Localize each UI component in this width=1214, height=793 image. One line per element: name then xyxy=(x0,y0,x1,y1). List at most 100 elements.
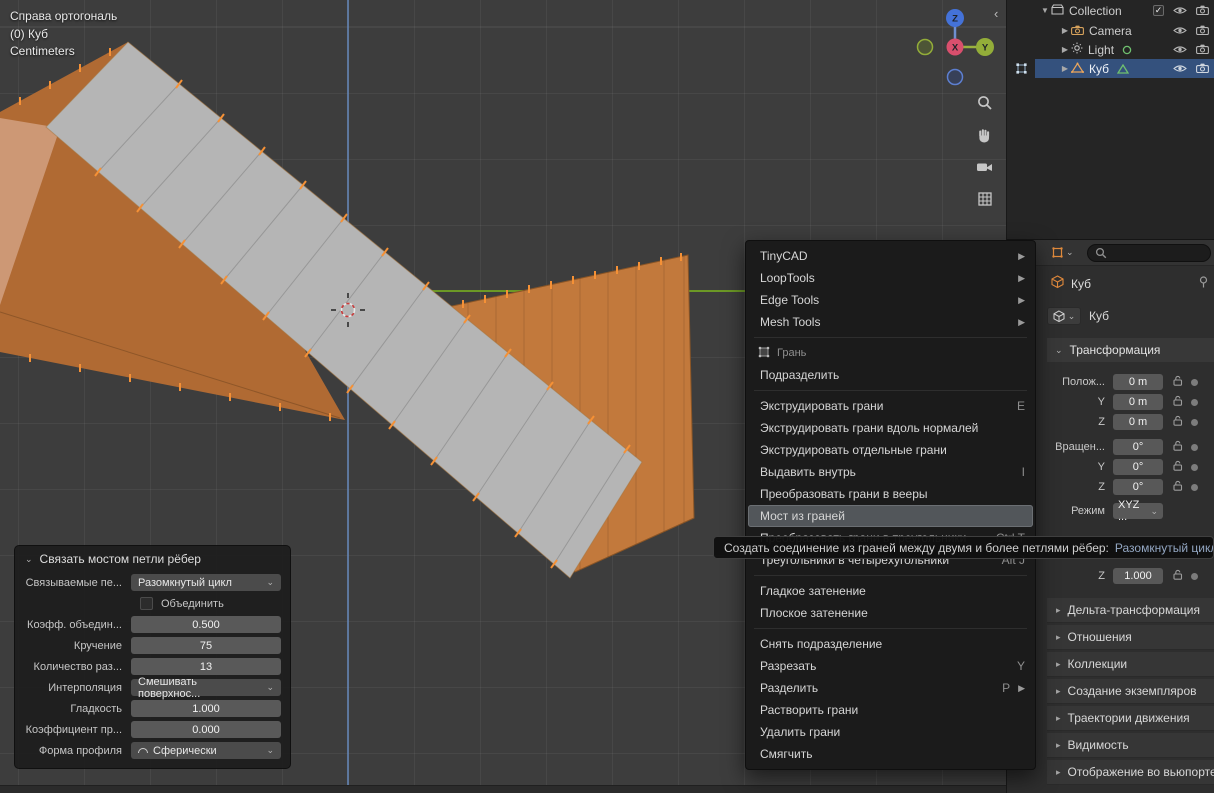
menu-item-separate[interactable]: РазделитьP▶ xyxy=(746,677,1035,699)
outliner-row-light[interactable]: ▶ Light xyxy=(1007,40,1214,59)
menu-item-looptools[interactable]: LoopTools▶ xyxy=(746,267,1035,289)
menu-item-edge-tools[interactable]: Edge Tools▶ xyxy=(746,289,1035,311)
outliner-row-cube[interactable]: ▶ Куб xyxy=(1007,59,1214,78)
section-motion-paths[interactable]: ▸Траектории движения xyxy=(1047,706,1214,731)
decorator-dot[interactable] xyxy=(1191,484,1198,491)
gizmo-z-neg-axis[interactable] xyxy=(948,70,963,85)
expand-arrow-icon[interactable]: ▶ xyxy=(1059,26,1071,35)
lock-icon[interactable] xyxy=(1173,375,1183,389)
navigation-gizmo[interactable]: Z Y X xyxy=(916,5,994,94)
eye-icon[interactable] xyxy=(1173,4,1187,18)
sidebar-toggle-arrow[interactable]: ‹ xyxy=(994,6,998,21)
render-visibility-icon[interactable] xyxy=(1196,24,1209,38)
collection-checkbox[interactable]: ✓ xyxy=(1153,5,1164,16)
cube-name[interactable]: Куб xyxy=(1089,62,1109,76)
section-instancing[interactable]: ▸Создание экземпляров xyxy=(1047,679,1214,704)
decorator-dot[interactable] xyxy=(1191,379,1198,386)
zoom-button[interactable] xyxy=(972,90,997,115)
menu-item-extrude-individual[interactable]: Экструдировать отдельные грани xyxy=(746,439,1035,461)
camera-view-button[interactable] xyxy=(972,154,997,179)
section-visibility[interactable]: ▸Видимость xyxy=(1047,733,1214,758)
render-visibility-icon[interactable] xyxy=(1196,62,1209,76)
cuts-field[interactable]: 13 xyxy=(131,658,281,675)
pin-icon[interactable] xyxy=(1199,276,1208,291)
location-z-field[interactable]: 0 m xyxy=(1113,414,1163,430)
camera-name[interactable]: Camera xyxy=(1089,24,1132,38)
lock-icon[interactable] xyxy=(1173,460,1183,474)
menu-item-extrude-along-normals[interactable]: Экструдировать грани вдоль нормалей xyxy=(746,417,1035,439)
section-viewport-display[interactable]: ▸Отображение во вьюпорте xyxy=(1047,760,1214,785)
light-name[interactable]: Light xyxy=(1088,43,1114,57)
menu-item-shade-flat[interactable]: Плоское затенение xyxy=(746,602,1035,624)
menu-item-bridge-faces[interactable]: Мост из граней xyxy=(748,505,1033,527)
properties-editor[interactable]: ⌄ Куб ⌄ Куб ⌄ Трансформация Полож... 0 m xyxy=(1006,240,1214,793)
decorator-dot[interactable] xyxy=(1191,399,1198,406)
smoothness-field[interactable]: 1.000 xyxy=(131,700,281,717)
menu-item-extrude-faces[interactable]: Экструдировать граниE xyxy=(746,395,1035,417)
merge-checkbox[interactable] xyxy=(140,597,153,610)
object-properties-tab-icon[interactable]: ⌄ xyxy=(1051,246,1074,259)
rotation-y-field[interactable]: 0° xyxy=(1113,459,1163,475)
rotation-x-field[interactable]: 0° xyxy=(1113,439,1163,455)
decorator-dot[interactable] xyxy=(1191,573,1198,580)
expand-arrow-icon[interactable]: ▼ xyxy=(1039,6,1051,15)
menu-item-mesh-tools[interactable]: Mesh Tools▶ xyxy=(746,311,1035,333)
face-context-menu[interactable]: TinyCAD▶ LoopTools▶ Edge Tools▶ Mesh Too… xyxy=(745,240,1036,770)
profile-shape-dropdown[interactable]: Сферически⌄ xyxy=(131,742,281,759)
merge-factor-field[interactable]: 0.500 xyxy=(131,616,281,633)
outliner[interactable]: ▼ Collection ✓ ▶ Camera ▶ Light xyxy=(1006,0,1214,240)
section-delta-transform[interactable]: ▸Дельта-трансформация xyxy=(1047,598,1214,623)
expand-arrow-icon[interactable]: ▶ xyxy=(1059,64,1071,73)
menu-item-dissolve-faces[interactable]: Растворить грани xyxy=(746,699,1035,721)
menu-item-shade-smooth[interactable]: Гладкое затенение xyxy=(746,580,1035,602)
menu-item-smooth[interactable]: Смягчить xyxy=(746,743,1035,765)
loop-pairs-dropdown[interactable]: Разомкнутый цикл⌄ xyxy=(131,574,281,591)
scale-z-field[interactable]: 1.000 xyxy=(1113,568,1163,584)
lock-icon[interactable] xyxy=(1173,569,1183,583)
outliner-row-collection[interactable]: ▼ Collection ✓ xyxy=(1007,1,1214,20)
menu-item-unsubdivide[interactable]: Снять подразделение xyxy=(746,633,1035,655)
mesh-datablock-button[interactable]: ⌄ xyxy=(1047,307,1081,325)
rotation-mode-dropdown[interactable]: XYZ ...⌄ xyxy=(1113,503,1163,519)
eye-icon[interactable] xyxy=(1173,62,1187,76)
menu-item-rip[interactable]: РазрезатьY xyxy=(746,655,1035,677)
mesh-name[interactable]: Куб xyxy=(1089,309,1109,323)
section-relations[interactable]: ▸Отношения xyxy=(1047,625,1214,650)
toggle-grid-button[interactable] xyxy=(972,186,997,211)
lock-icon[interactable] xyxy=(1173,415,1183,429)
location-y-field[interactable]: 0 m xyxy=(1113,394,1163,410)
twist-field[interactable]: 75 xyxy=(131,637,281,654)
eye-icon[interactable] xyxy=(1173,24,1187,38)
pan-button[interactable] xyxy=(972,122,997,147)
decorator-dot[interactable] xyxy=(1191,464,1198,471)
selected-row-highlight[interactable]: ▶ Куб xyxy=(1035,59,1214,78)
operator-panel-header[interactable]: ⌄ Связать мостом петли рёбер xyxy=(15,546,290,572)
lock-icon[interactable] xyxy=(1173,440,1183,454)
lock-icon[interactable] xyxy=(1173,395,1183,409)
breadcrumb-object-name[interactable]: Куб xyxy=(1071,277,1091,291)
location-x-field[interactable]: 0 m xyxy=(1113,374,1163,390)
eye-icon[interactable] xyxy=(1173,43,1187,57)
lock-icon[interactable] xyxy=(1173,480,1183,494)
mesh-data-icon[interactable] xyxy=(1117,64,1129,74)
outliner-row-camera[interactable]: ▶ Camera xyxy=(1007,21,1214,40)
transform-panel-header[interactable]: ⌄ Трансформация xyxy=(1047,338,1214,362)
decorator-dot[interactable] xyxy=(1191,419,1198,426)
properties-search-input[interactable] xyxy=(1087,244,1211,262)
section-collections[interactable]: ▸Коллекции xyxy=(1047,652,1214,677)
operator-panel[interactable]: ⌄ Связать мостом петли рёбер Связываемые… xyxy=(14,545,291,769)
expand-arrow-icon[interactable]: ▶ xyxy=(1059,45,1071,54)
render-visibility-icon[interactable] xyxy=(1196,4,1209,18)
menu-item-delete-faces[interactable]: Удалить грани xyxy=(746,721,1035,743)
decorator-dot[interactable] xyxy=(1191,444,1198,451)
menu-item-inset-faces[interactable]: Выдавить внутрьI xyxy=(746,461,1035,483)
menu-item-tinycad[interactable]: TinyCAD▶ xyxy=(746,245,1035,267)
menu-item-poke-faces[interactable]: Преобразовать грани в вееры xyxy=(746,483,1035,505)
rotation-z-field[interactable]: 0° xyxy=(1113,479,1163,495)
gizmo-y-neg-axis[interactable] xyxy=(918,40,933,55)
menu-item-subdivide[interactable]: Подразделить xyxy=(746,364,1035,386)
collection-name[interactable]: Collection xyxy=(1069,4,1122,18)
render-visibility-icon[interactable] xyxy=(1196,43,1209,57)
interpolation-dropdown[interactable]: Смешивать поверхнос...⌄ xyxy=(131,679,281,696)
light-data-icon[interactable] xyxy=(1122,45,1132,55)
